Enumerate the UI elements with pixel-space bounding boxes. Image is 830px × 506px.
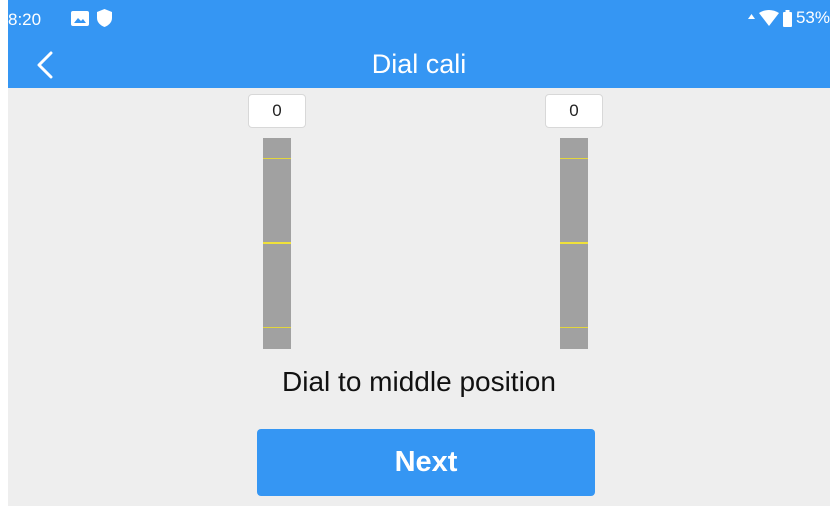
wifi-icon: [758, 10, 779, 26]
dial-middle-marker: [263, 242, 291, 244]
image-icon: [71, 11, 89, 26]
status-icons: 53%: [747, 8, 830, 28]
right-dial-slider[interactable]: [560, 138, 588, 349]
top-bar: 8:20 53% Dial cali: [8, 0, 830, 88]
dial-tick: [560, 327, 588, 328]
left-dial-value: 0: [248, 94, 306, 128]
calibration-screen: 8:20 53% Dial cali 0 0 Dial to middle po…: [8, 0, 830, 506]
page-title: Dial cali: [371, 49, 467, 79]
signal-arrow-icon: [747, 14, 755, 19]
battery-percent: 53%: [795, 8, 830, 27]
shield-icon: [97, 9, 112, 27]
right-dial-value: 0: [545, 94, 603, 128]
left-dial-slider[interactable]: [263, 138, 291, 349]
battery-icon: [782, 9, 792, 27]
dial-tick: [263, 327, 291, 328]
dial-tick: [560, 158, 588, 159]
status-time: 8:20: [8, 10, 42, 29]
dial-tick: [263, 158, 291, 159]
next-button[interactable]: Next: [257, 429, 595, 496]
instruction-text: Dial to middle position: [282, 366, 556, 397]
dial-middle-marker: [560, 242, 588, 244]
